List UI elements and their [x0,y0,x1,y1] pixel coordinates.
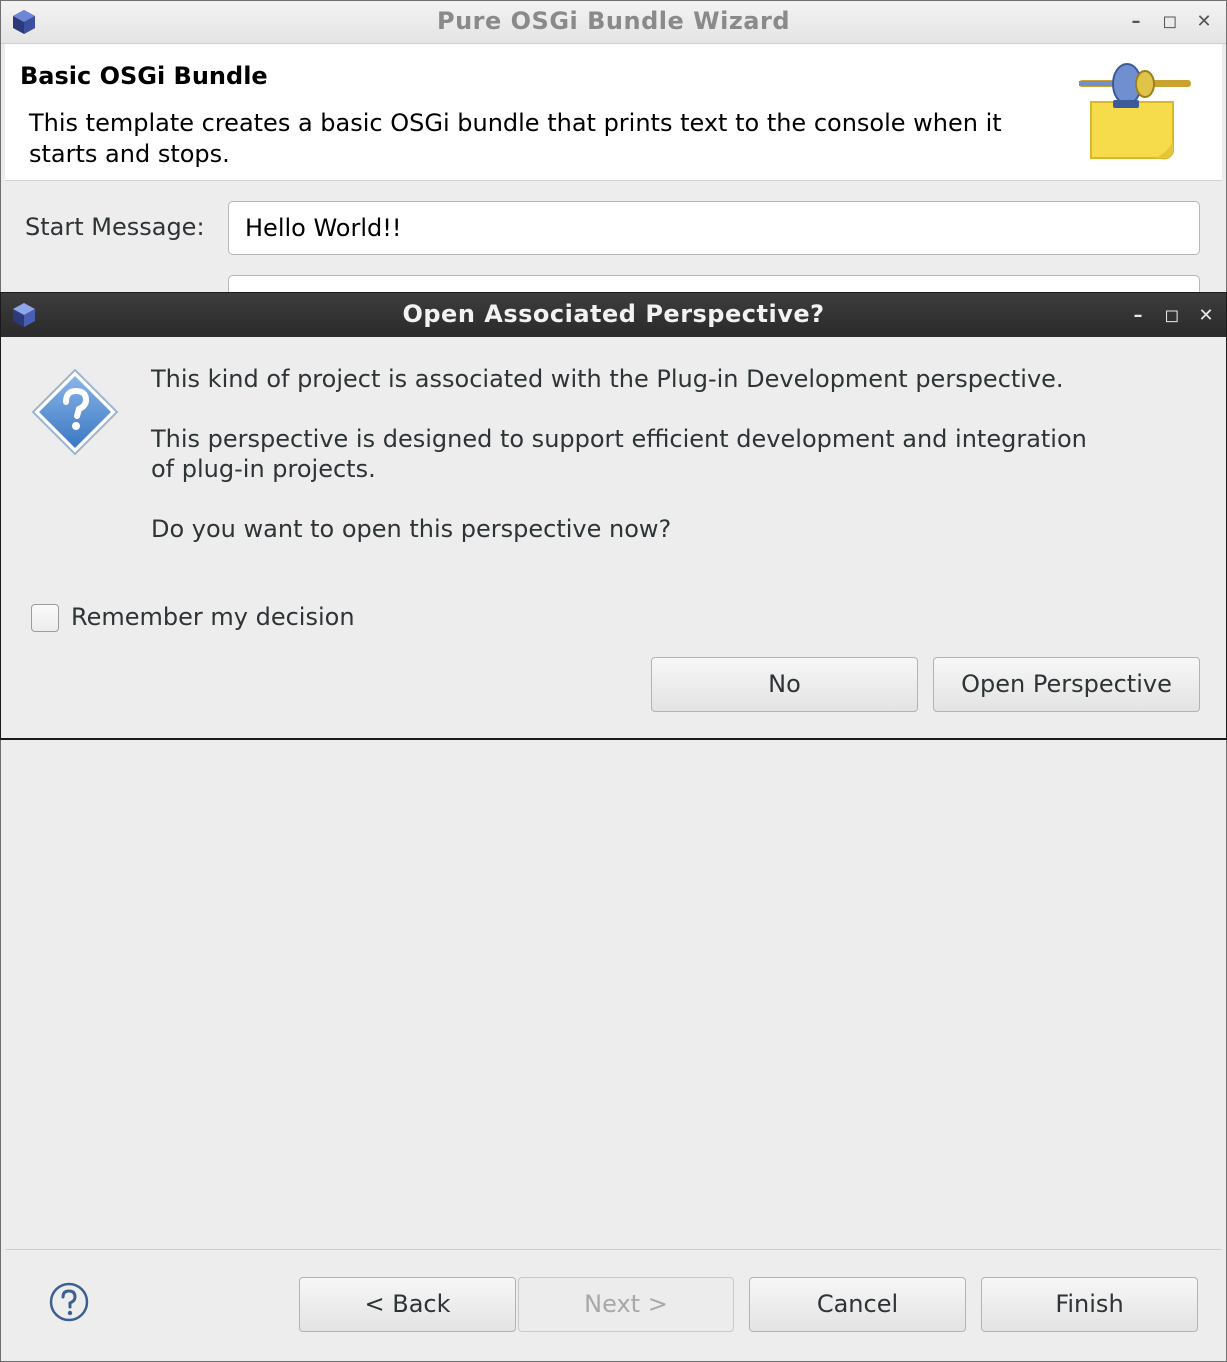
dialog-message-line2: This perspective is designed to support … [151,425,1087,453]
next-button[interactable]: Next > [518,1277,734,1332]
plugin-wizard-icon [1079,63,1191,160]
finish-button[interactable]: Finish [981,1277,1198,1332]
minimize-button[interactable]: – [1125,11,1147,33]
help-icon[interactable] [49,1282,89,1322]
banner-description: This template creates a basic OSGi bundl… [29,109,1002,168]
close-button[interactable]: ✕ [1193,11,1215,33]
maximize-button[interactable]: ◻ [1159,11,1181,33]
wizard-banner: Basic OSGi Bundle This template creates … [5,44,1222,181]
question-icon [31,368,119,456]
no-button[interactable]: No [651,657,918,712]
dialog-maximize-button[interactable]: ◻ [1161,305,1183,327]
dialog-minimize-button[interactable]: – [1127,305,1149,327]
dialog-message-line1: This kind of project is associated with … [151,365,1064,393]
dialog-close-button[interactable]: ✕ [1195,305,1217,327]
start-message-label: Start Message: [25,213,205,241]
perspective-dialog: Open Associated Perspective? – ◻ ✕ This … [0,292,1227,740]
wizard-titlebar[interactable]: Pure OSGi Bundle Wizard – ◻ ✕ [1,1,1226,44]
wizard-divider [5,1249,1222,1250]
back-button[interactable]: < Back [299,1277,516,1332]
banner-title: Basic OSGi Bundle [20,62,268,90]
wizard-title: Pure OSGi Bundle Wizard [437,7,790,35]
dialog-question: Do you want to open this perspective now… [151,515,672,543]
start-message-input[interactable] [228,201,1200,255]
remember-decision-checkbox[interactable] [31,604,59,632]
dialog-message-line3: of plug-in projects. [151,455,376,483]
remember-decision-label[interactable]: Remember my decision [71,603,355,631]
cancel-button[interactable]: Cancel [749,1277,966,1332]
open-perspective-button[interactable]: Open Perspective [933,657,1200,712]
dialog-titlebar[interactable]: Open Associated Perspective? – ◻ ✕ [1,293,1226,337]
dialog-title: Open Associated Perspective? [402,300,825,328]
